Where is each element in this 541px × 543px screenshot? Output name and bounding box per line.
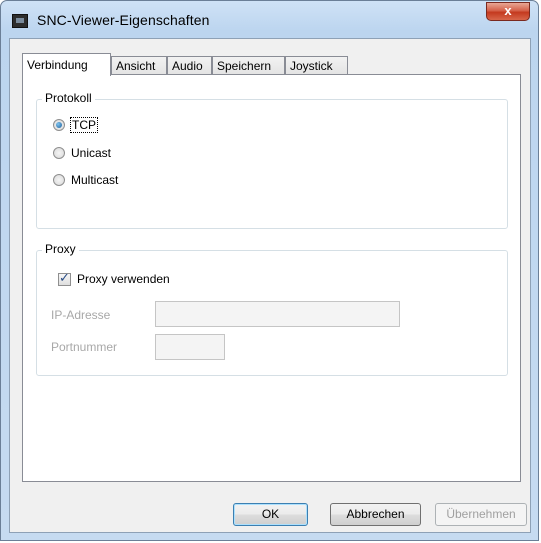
radio-unicast[interactable]: Unicast <box>53 146 111 160</box>
port-number-label: Portnummer <box>51 340 118 354</box>
radio-button-icon[interactable] <box>53 174 65 186</box>
close-button[interactable]: x <box>486 2 530 21</box>
tab-ansicht[interactable]: Ansicht <box>111 56 167 75</box>
ok-button[interactable]: OK <box>233 503 308 526</box>
tab-speichern[interactable]: Speichern <box>212 56 285 75</box>
proxy-group-label: Proxy <box>42 242 79 256</box>
use-proxy-label: Proxy verwenden <box>77 272 170 286</box>
use-proxy-checkbox[interactable]: ✓ Proxy verwenden <box>58 269 170 286</box>
radio-button-icon[interactable] <box>53 147 65 159</box>
proxy-group: Proxy ✓ Proxy verwenden IP-Adresse Portn… <box>36 242 508 376</box>
tab-joystick[interactable]: Joystick <box>285 56 348 75</box>
checkmark-icon: ✓ <box>59 269 70 285</box>
radio-button-icon[interactable] <box>53 119 65 131</box>
radio-tcp[interactable]: TCP <box>53 117 98 133</box>
window-title: SNC-Viewer-Eigenschaften <box>37 12 210 28</box>
cancel-button[interactable]: Abbrechen <box>330 503 421 526</box>
radio-tcp-label: TCP <box>70 117 98 133</box>
app-icon <box>12 14 28 28</box>
tab-pane-verbindung: Protokoll TCP Unicast Multicast Proxy ✓ … <box>22 74 521 482</box>
checkbox-icon[interactable]: ✓ <box>58 269 71 286</box>
protocol-group: Protokoll TCP Unicast Multicast <box>36 91 508 229</box>
ip-address-label: IP-Adresse <box>51 308 111 322</box>
tab-verbindung[interactable]: Verbindung <box>22 53 111 76</box>
title-bar[interactable]: SNC-Viewer-Eigenschaften x <box>1 1 538 37</box>
apply-button[interactable]: Übernehmen <box>435 503 527 526</box>
port-number-field[interactable] <box>155 334 225 360</box>
radio-multicast[interactable]: Multicast <box>53 173 118 187</box>
tab-audio[interactable]: Audio <box>167 56 212 75</box>
dialog-window: SNC-Viewer-Eigenschaften x Verbindung An… <box>0 0 539 541</box>
radio-unicast-label: Unicast <box>71 146 112 160</box>
ip-address-field[interactable] <box>155 301 400 327</box>
radio-multicast-label: Multicast <box>71 173 119 187</box>
dialog-client-area: Verbindung Ansicht Audio Speichern Joyst… <box>9 38 531 533</box>
protocol-group-label: Protokoll <box>42 91 95 105</box>
